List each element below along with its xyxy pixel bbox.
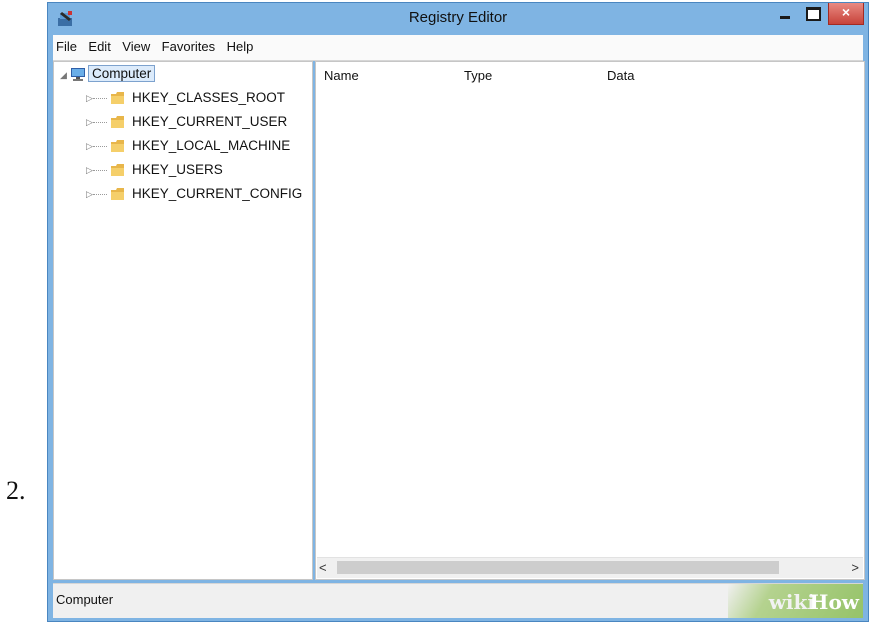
tree-label-key[interactable]: HKEY_CLASSES_ROOT (132, 90, 285, 105)
menu-view[interactable]: View (119, 35, 154, 54)
watermark-how: How (809, 590, 859, 614)
tree-connector (93, 170, 107, 171)
menu-help[interactable]: Help (224, 35, 258, 54)
scrollbar-thumb[interactable] (337, 561, 779, 574)
key-tree-pane[interactable]: ◢ Computer ▷ HKEY_CLASSES_ROOT ▷ HKEY_CU… (53, 61, 313, 580)
close-button[interactable]: × (828, 3, 864, 25)
menu-bar: File Edit View Favorites Help (53, 35, 863, 61)
column-header-name[interactable]: Name (324, 68, 359, 83)
minimize-button[interactable] (772, 3, 798, 25)
status-path: Computer (56, 592, 114, 607)
tree-label-computer[interactable]: Computer (88, 65, 156, 82)
tree-label-key[interactable]: HKEY_CURRENT_USER (132, 114, 287, 129)
folder-icon (111, 92, 124, 104)
status-bar: Computer wiki How (53, 583, 863, 618)
registry-editor-window: Registry Editor × File Edit View Favorit… (47, 2, 869, 622)
horizontal-scrollbar[interactable]: < > (317, 557, 863, 578)
menu-edit[interactable]: Edit (85, 35, 114, 54)
folder-icon (111, 140, 124, 152)
tree-label-key[interactable]: HKEY_USERS (132, 162, 223, 177)
collapsed-arrow-icon[interactable]: ▷ (86, 117, 93, 128)
collapsed-arrow-icon[interactable]: ▷ (86, 93, 93, 104)
maximize-button[interactable] (800, 3, 826, 25)
collapsed-arrow-icon[interactable]: ▷ (86, 141, 93, 152)
folder-icon (111, 116, 124, 128)
step-number: 2. (6, 476, 26, 505)
window-title: Registry Editor (408, 9, 508, 26)
wikihow-watermark: wiki How (728, 584, 863, 618)
tree-connector (93, 98, 107, 99)
tree-connector (93, 194, 107, 195)
title-bar[interactable]: Registry Editor × (48, 3, 868, 35)
folder-icon (111, 188, 124, 200)
watermark-wiki: wiki (768, 590, 815, 614)
tree-label-key[interactable]: HKEY_CURRENT_CONFIG (132, 186, 302, 201)
collapsed-arrow-icon[interactable]: ▷ (86, 165, 93, 176)
computer-icon (71, 68, 85, 81)
menu-favorites[interactable]: Favorites (159, 35, 219, 54)
menu-file[interactable]: File (53, 35, 81, 54)
column-header-type[interactable]: Type (464, 68, 492, 83)
scroll-right-arrow-icon[interactable]: > (851, 560, 859, 575)
tree-label-key[interactable]: HKEY_LOCAL_MACHINE (132, 138, 290, 153)
folder-icon (111, 164, 124, 176)
collapsed-arrow-icon[interactable]: ▷ (86, 189, 93, 200)
scroll-left-arrow-icon[interactable]: < (319, 560, 327, 575)
tree-connector (93, 122, 107, 123)
tree-connector (93, 146, 107, 147)
expanded-arrow-icon[interactable]: ◢ (60, 70, 67, 81)
column-header-data[interactable]: Data (607, 68, 634, 83)
values-list-pane[interactable]: Name Type Data < > (315, 61, 865, 580)
close-icon: × (841, 4, 851, 20)
